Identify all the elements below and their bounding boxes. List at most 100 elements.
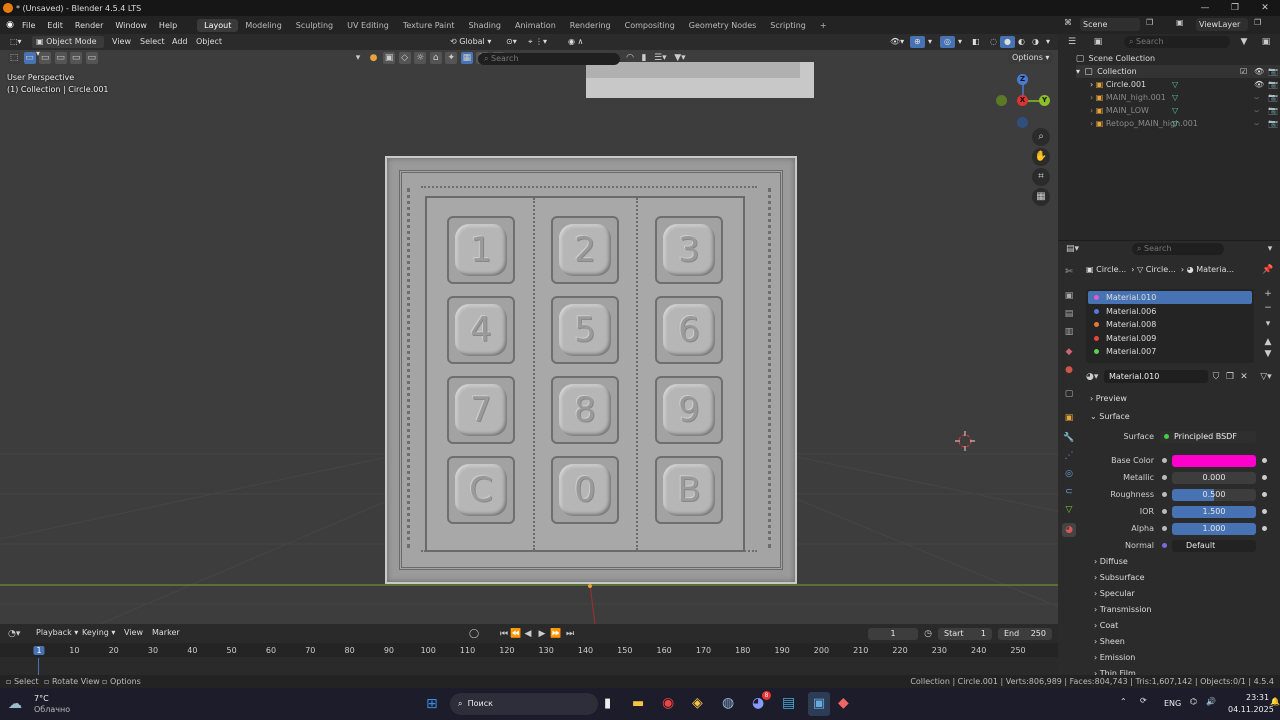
subpanel-header[interactable]: › Sheen [1094, 635, 1274, 648]
camera-view-icon[interactable]: ⌗ [1032, 168, 1050, 186]
filter-icon[interactable]: ▼▾ [674, 52, 686, 64]
menu-playback[interactable]: Playback ▾ [32, 627, 82, 639]
outliner-object-row[interactable]: › ▣ Circle.001 ▽ 👁 📷 [1090, 78, 1280, 91]
pivot-icon[interactable]: ⊙▾ [502, 36, 521, 48]
world-tab-icon[interactable]: ● [1062, 363, 1076, 377]
object-visibility-icon[interactable]: ⌣ [1254, 104, 1259, 117]
outliner-object-row[interactable]: › ▣ Retopo_MAIN_high.001 ▽ ⌣ 📷 [1090, 117, 1280, 130]
collection-row[interactable]: ▾ ▢ Collection ☑ 👁 📷 [1076, 65, 1280, 78]
input-socket-icon[interactable] [1162, 526, 1167, 531]
slot-specials-icon[interactable]: ▾ [1262, 318, 1274, 330]
other-filter-icon[interactable]: ▦ [460, 52, 473, 64]
navigation-gizmo[interactable]: Z X Y [994, 74, 1050, 130]
input-socket-icon[interactable] [1162, 543, 1167, 548]
input-socket-icon[interactable] [1162, 509, 1167, 514]
light-filter-icon[interactable]: ☼ [414, 52, 427, 64]
keyframe-icon[interactable] [1262, 475, 1267, 480]
view-layer-tab-icon[interactable]: ▥ [1062, 325, 1076, 339]
select-invert-icon[interactable]: ▭ [70, 52, 83, 64]
data-tab-icon[interactable]: ▽ [1062, 503, 1076, 517]
property-field[interactable]: Default [1172, 540, 1256, 552]
tab-modeling[interactable]: Modeling [238, 19, 288, 32]
unlink-material-icon[interactable]: ✕ [1238, 371, 1250, 383]
constraints-tab-icon[interactable]: ⊂ [1062, 485, 1076, 499]
material-slot[interactable]: Material.009 [1088, 332, 1252, 345]
transform-orientation-selector[interactable]: ⟲ Global ▾ [446, 36, 495, 48]
perspective-toggle-icon[interactable]: ▦ [1032, 188, 1050, 206]
bookmark-icon[interactable]: ▮ [638, 52, 650, 64]
collection-checkbox-icon[interactable]: ☑ [1240, 65, 1247, 78]
menu-window[interactable]: Window [109, 21, 153, 30]
tab-texture-paint[interactable]: Texture Paint [396, 19, 462, 32]
jump-start-icon[interactable]: ⏮ [498, 628, 510, 640]
blender-taskbar-icon[interactable]: ◆ [838, 695, 849, 711]
material-type-icon[interactable]: ▽▾ [1260, 371, 1272, 383]
play-icon[interactable]: ▶ [536, 628, 548, 640]
physics-tab-icon[interactable]: ◎ [1062, 467, 1076, 481]
menu-file[interactable]: File [16, 21, 41, 30]
remove-slot-icon[interactable]: − [1262, 302, 1274, 314]
keypad-key[interactable]: 7 [447, 376, 515, 444]
menu-render[interactable]: Render [69, 21, 109, 30]
gizmo-y-axis[interactable]: Y [1039, 95, 1050, 106]
properties-editor-icon[interactable]: ▤▾ [1066, 243, 1079, 255]
menu-marker[interactable]: Marker [148, 627, 184, 639]
new-view-layer-icon[interactable]: ❐ [1254, 18, 1266, 30]
property-field[interactable] [1172, 455, 1256, 467]
object-visibility-icon[interactable]: ⌣ [1254, 117, 1259, 130]
color-icon[interactable]: ● [368, 52, 380, 64]
gizmo-toggle-icon[interactable]: ⊕ [910, 36, 925, 48]
collection-render-icon[interactable]: 📷 [1268, 65, 1278, 78]
visibility-icon[interactable]: 👁▾ [886, 36, 908, 48]
outliner-filter-icon[interactable]: ▼ [1238, 36, 1250, 48]
timeline-editor-icon[interactable]: ◔▾ [8, 628, 20, 640]
property-field[interactable]: 1.000 [1172, 523, 1256, 535]
new-collection-icon[interactable]: ▣ [1260, 36, 1272, 48]
keypad-model[interactable]: 123 456 789 C0B [385, 156, 797, 584]
minimize-button[interactable]: — [1190, 0, 1220, 16]
network-icon[interactable]: ⌬ [1190, 697, 1197, 706]
menu-select[interactable]: Select [136, 36, 169, 48]
keyframe-icon[interactable] [1262, 509, 1267, 514]
select-new-icon[interactable]: ▭ [23, 52, 36, 64]
menu-object[interactable]: Object [192, 36, 226, 48]
mesh-filter-icon[interactable]: ▣ [383, 52, 396, 64]
zoom-icon[interactable]: ⌕ [1032, 128, 1050, 146]
select-extend-icon[interactable]: ▭ [39, 52, 52, 64]
task-view-icon[interactable]: ▮ [604, 696, 611, 711]
subpanel-header[interactable]: › Specular [1094, 587, 1274, 600]
dropdown-icon[interactable]: ▾ [352, 52, 364, 64]
pan-hand-icon[interactable]: ✋ [1032, 148, 1050, 166]
rendered-shading-icon[interactable]: ◑ [1028, 36, 1043, 48]
record-icon[interactable]: ◯ [468, 628, 480, 640]
tab-shading[interactable]: Shading [461, 19, 508, 32]
keypad-key[interactable]: 1 [447, 216, 515, 284]
keypad-key[interactable]: 4 [447, 296, 515, 364]
gizmo-dropdown-icon[interactable]: ▾ [924, 36, 936, 48]
material-slot[interactable]: Material.008 [1088, 318, 1252, 331]
surface-shader-selector[interactable]: Principled BSDF [1160, 431, 1256, 443]
steam-icon[interactable]: ◍ [722, 695, 734, 711]
restore-button[interactable]: ❐ [1220, 0, 1250, 16]
windows-start-icon[interactable]: ⊞ [426, 696, 442, 712]
chrome-icon[interactable]: ◉ [662, 695, 674, 711]
object-render-icon[interactable]: 📷 [1268, 78, 1278, 91]
start-frame-field[interactable]: Start 1 [938, 628, 992, 640]
preview-range-icon[interactable]: ◷ [922, 628, 934, 640]
keypad-key[interactable]: 3 [655, 216, 723, 284]
volume-icon[interactable]: 🔊 [1206, 697, 1216, 706]
material-shading-icon[interactable]: ◐ [1014, 36, 1029, 48]
duplicate-material-icon[interactable]: ❐ [1224, 371, 1236, 383]
menu-add[interactable]: Add [168, 36, 192, 48]
end-frame-field[interactable]: End 250 [998, 628, 1052, 640]
render-tab-icon[interactable]: ▣ [1062, 289, 1076, 303]
menu-view[interactable]: View [108, 36, 135, 48]
view-layer-selector[interactable]: ViewLayer [1196, 18, 1248, 31]
keyframe-icon[interactable] [1262, 526, 1267, 531]
scene-collection-row[interactable]: ▢ Scene Collection [1074, 52, 1155, 65]
keypad-key[interactable]: 0 [551, 456, 619, 524]
scene-tab-icon[interactable]: ◆ [1062, 345, 1076, 359]
tab-animation[interactable]: Animation [508, 19, 563, 32]
snap-icon[interactable]: ⌖ ⋮▾ [524, 36, 551, 48]
menu-timeline-view[interactable]: View [120, 627, 147, 639]
